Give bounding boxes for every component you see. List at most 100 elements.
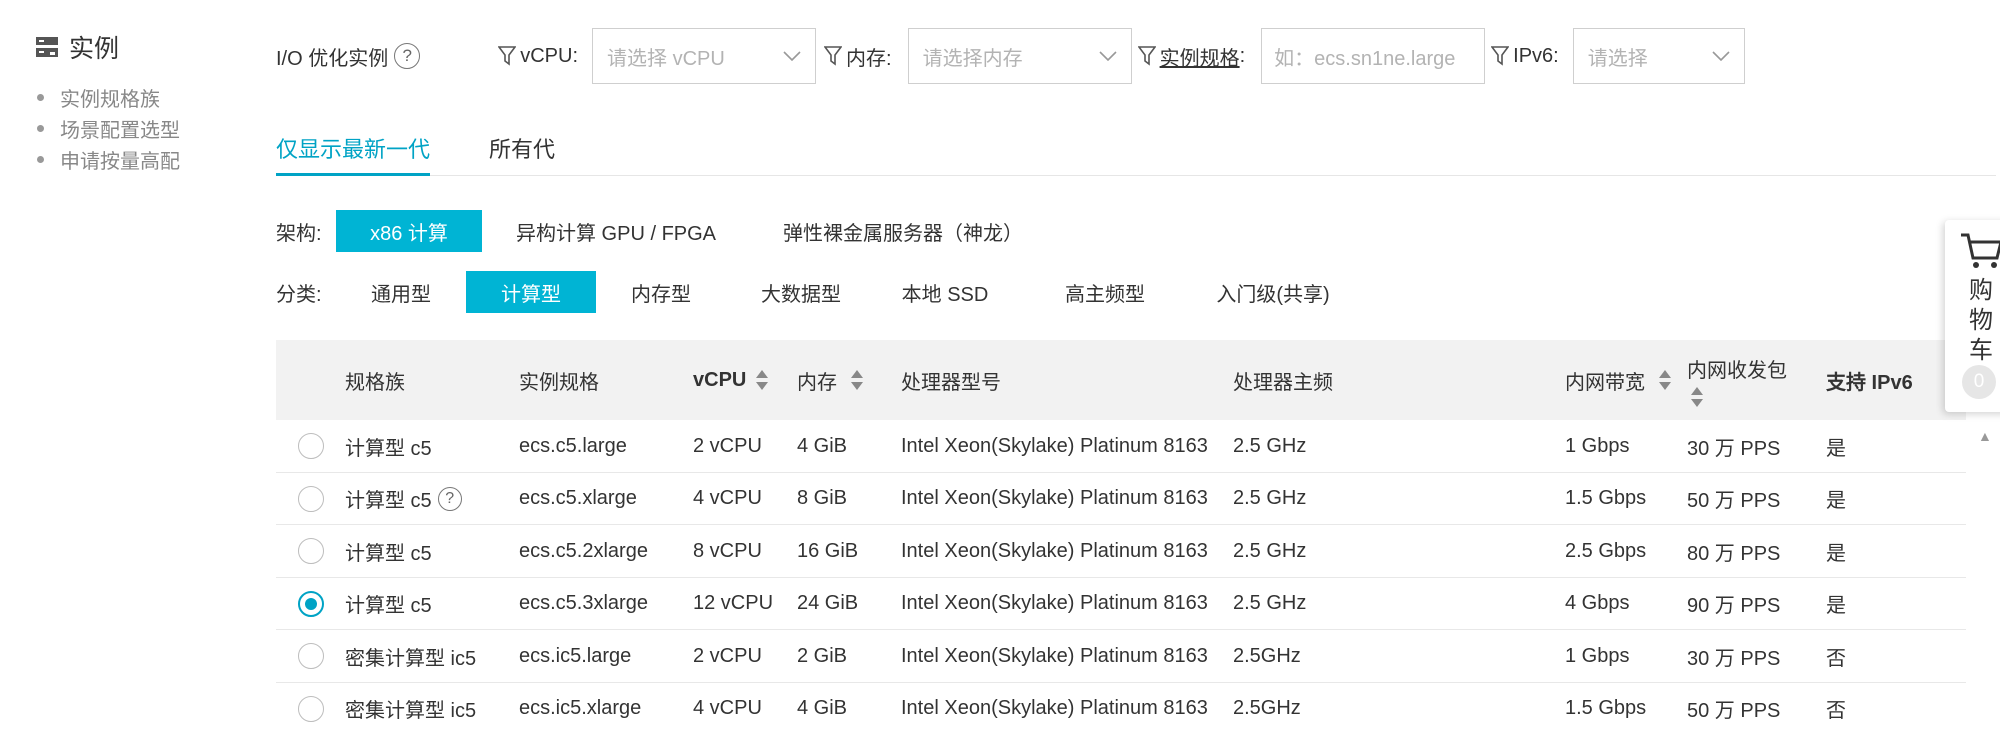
category-option-memory[interactable]: 内存型 [596, 271, 726, 313]
sidebar-title: 实例 [35, 28, 255, 66]
table-row[interactable]: 密集计算型 ic5 ecs.ic5.large 2 vCPU 2 GiB Intel X… [276, 630, 1966, 683]
cell-text: 密集计算型 ic5 [345, 647, 477, 670]
col-memory[interactable]: 内存 [797, 340, 863, 420]
sidebar-item-label: 实例规格族 [60, 89, 160, 111]
sidebar-title-text: 实例 [69, 35, 120, 63]
cell-text: 2.5 GHz [1233, 539, 1307, 562]
sort-icon[interactable] [851, 370, 863, 390]
category-option-entry-shared[interactable]: 入门级(共享) [1198, 271, 1348, 313]
row-radio[interactable] [298, 538, 324, 564]
cell-text: 50 万 PPS [1687, 700, 1781, 722]
vcpu-select[interactable]: 请选择 vCPU [592, 28, 817, 84]
generation-tabs: 仅显示最新一代 所有代 [276, 120, 1996, 176]
vcpu-select-placeholder: 请选择 vCPU [607, 47, 725, 70]
cell-text: 30 万 PPS [1687, 437, 1781, 460]
cell-text: 8 vCPU [693, 539, 762, 562]
cell-frequency: 2.5GHz [1233, 683, 1301, 731]
scroll-up-icon[interactable]: ▲ [1978, 428, 1992, 444]
sidebar-item-apply-high-quota[interactable]: 申请按量高配 [35, 144, 255, 175]
cell-family: 计算型 c5 [345, 420, 432, 472]
shopping-cart[interactable]: 购 物 车 0 [1945, 220, 2000, 412]
sidebar-item-scenario-selection[interactable]: 场景配置选型 [35, 113, 255, 144]
cell-text: 30 万 PPS [1687, 647, 1781, 670]
col-pps[interactable]: 内网收发包 [1687, 340, 1787, 420]
row-radio[interactable] [298, 695, 324, 722]
sort-icon[interactable] [756, 370, 769, 390]
col-vcpu[interactable]: vCPU [693, 340, 769, 420]
cell-text: 4 vCPU [693, 697, 762, 719]
cell-family: 密集计算型 ic5 [345, 683, 476, 731]
row-radio[interactable] [298, 485, 324, 512]
category-option-compute[interactable]: 计算型 [466, 271, 596, 313]
category-option-local-ssd[interactable]: 本地 SSD [870, 271, 1020, 313]
table-row[interactable]: 密集计算型 ic5 ecs.ic5.xlarge 4 vCPU 4 GiB Intel … [276, 683, 1966, 731]
arch-option-bare-metal[interactable]: 弹性裸金属服务器（神龙） [783, 210, 1023, 252]
cell-frequency: 2.5 GHz [1233, 578, 1306, 630]
cell-bandwidth: 1 Gbps [1565, 630, 1629, 682]
filter-icon [498, 46, 517, 66]
col-bandwidth[interactable]: 内网带宽 [1565, 340, 1671, 420]
spec-label[interactable]: 实例规格 [1160, 42, 1240, 71]
sidebar-item-instance-family[interactable]: 实例规格族 [35, 82, 255, 113]
tab-latest-generation[interactable]: 仅显示最新一代 [276, 132, 431, 176]
sidebar-list: 实例规格族 场景配置选型 申请按量高配 [35, 82, 255, 175]
col-frequency: 处理器主频 [1233, 371, 1333, 394]
cell-text: 16 GiB [797, 539, 859, 562]
cell-text: 是 [1826, 490, 1846, 512]
arch-option-x86[interactable]: x86 计算 [336, 210, 482, 252]
table-row[interactable]: 计算型 c5 ecs.c5.3xlarge 12 vCPU 24 GiB Intel X… [276, 578, 1966, 630]
io-optimized-text: I/O 优化实例 [276, 47, 389, 70]
cell-processor: Intel Xeon(Skylake) Platinum 8163 [901, 420, 1208, 472]
row-radio[interactable] [298, 590, 324, 617]
cell-text: 12 vCPU [693, 592, 774, 614]
cell-frequency: 2.5 GHz [1233, 420, 1306, 472]
table-row[interactable]: 计算型 c5? ecs.c5.xlarge 4 vCPU 8 GiB Intel Xeo… [276, 473, 1966, 525]
cell-text: 2 vCPU [693, 434, 762, 457]
table-body: 计算型 c5 ecs.c5.large 2 vCPU 4 GiB Intel Xeon(… [276, 420, 1966, 731]
category-option-high-frequency[interactable]: 高主频型 [1030, 271, 1180, 313]
cell-text: 1 Gbps [1565, 434, 1630, 457]
cell-text: ecs.c5.3xlarge [519, 592, 648, 614]
cell-vcpu: 2 vCPU [693, 630, 762, 682]
memory-select[interactable]: 请选择内存 [907, 28, 1132, 84]
filter-bar: I/O 优化实例 ? vCPU: 请选择 vCPU 内存: 请选择内存 实例规格… [276, 28, 1745, 84]
server-icon [36, 37, 58, 57]
row-radio[interactable] [298, 643, 324, 669]
cell-memory: 2 GiB [797, 630, 847, 682]
cell-text: 计算型 c5 [345, 595, 432, 617]
ipv6-select[interactable]: 请选择 [1572, 28, 1745, 84]
col-pps-label: 内网收发包 [1687, 359, 1787, 382]
cell-memory: 16 GiB [797, 525, 858, 577]
cell-pps: 50 万 PPS [1687, 683, 1780, 731]
vcpu-filter-label: vCPU: [498, 45, 578, 68]
cell-text: Intel Xeon(Skylake) Platinum 8163 [901, 592, 1208, 614]
cell-spec: ecs.c5.xlarge [519, 473, 637, 525]
category-option-general[interactable]: 通用型 [336, 271, 466, 313]
memory-filter-label: 内存: [824, 42, 892, 71]
spec-search-input[interactable]: 如：ecs.sn1ne.large [1261, 28, 1486, 84]
cell-text: 2.5 GHz [1233, 434, 1307, 457]
cell-text: 4 Gbps [1565, 592, 1630, 614]
help-icon[interactable]: ? [437, 486, 462, 511]
cell-pps: 50 万 PPS [1687, 473, 1780, 525]
cell-vcpu: 2 vCPU [693, 420, 762, 472]
cell-text: 8 GiB [797, 487, 848, 509]
sort-icon[interactable] [1691, 386, 1703, 407]
cell-text: 4 GiB [797, 434, 848, 457]
help-icon[interactable]: ? [394, 43, 421, 69]
spec-filter-label: 实例规格: [1137, 42, 1245, 71]
arch-option-gpu-fpga[interactable]: 异构计算 GPU / FPGA [516, 210, 716, 252]
table-row[interactable]: 计算型 c5 ecs.c5.2xlarge 8 vCPU 16 GiB Intel Xe… [276, 525, 1966, 578]
table-row[interactable]: 计算型 c5 ecs.c5.large 2 vCPU 4 GiB Intel Xeon(… [276, 420, 1966, 473]
cell-text: 是 [1826, 542, 1846, 565]
tab-all-generations[interactable]: 所有代 [489, 132, 555, 176]
category-option-big-data[interactable]: 大数据型 [726, 271, 876, 313]
sidebar: 实例 实例规格族 场景配置选型 申请按量高配 [35, 28, 255, 175]
row-radio[interactable] [298, 433, 324, 459]
cell-text: ecs.c5.xlarge [519, 487, 637, 509]
cell-text: 80 万 PPS [1687, 542, 1781, 565]
col-spec: 实例规格 [519, 371, 599, 394]
cell-text: 计算型 c5 [345, 542, 432, 565]
sort-icon[interactable] [1659, 370, 1671, 390]
cell-text: 密集计算型 ic5 [345, 700, 477, 722]
